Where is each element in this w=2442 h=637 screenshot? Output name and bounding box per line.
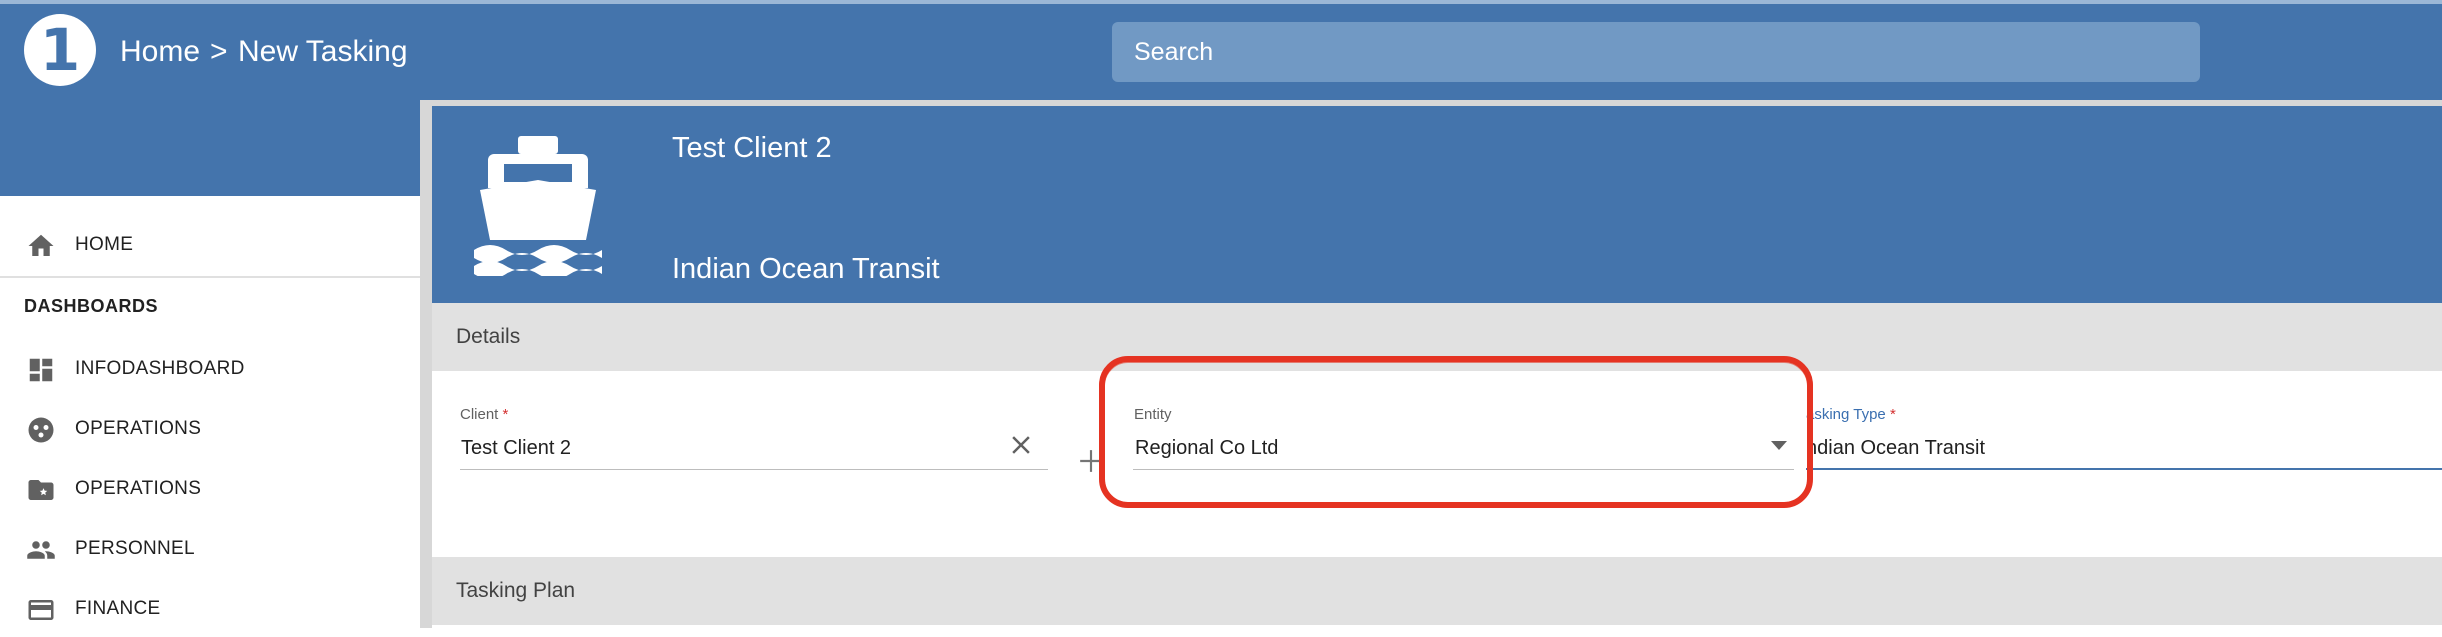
- credit-card-icon: [28, 600, 54, 620]
- client-title: Test Client 2: [672, 132, 832, 164]
- tasking-plan-section-title: Tasking Plan: [456, 579, 576, 602]
- sidebar-item-finance[interactable]: FINANCE: [0, 581, 420, 637]
- tasking-title: Indian Ocean Transit: [672, 253, 940, 285]
- sidebar-item-operations-2[interactable]: OPERATIONS: [0, 461, 420, 517]
- required-mark: *: [502, 406, 509, 423]
- tasking-type-field-underline: [1806, 468, 2442, 470]
- breadcrumb-current: New Tasking: [238, 35, 408, 68]
- tasking-type-field[interactable]: ndian Ocean Transit: [1806, 437, 1985, 460]
- sidebar-divider: [0, 276, 420, 278]
- home-icon: [28, 234, 54, 256]
- sidebar-header: [0, 100, 420, 196]
- app-logo[interactable]: 1: [24, 14, 96, 86]
- sidebar-item-label: HOME: [75, 234, 134, 255]
- logo-glyph: 1: [39, 16, 81, 84]
- people-icon: [27, 541, 55, 559]
- required-mark: *: [1889, 406, 1896, 423]
- details-section-title: Details: [456, 325, 521, 348]
- client-label-text: Client: [460, 406, 499, 423]
- sidebar-item-home[interactable]: HOME: [0, 217, 420, 273]
- sidebar-item-infodashboard[interactable]: INFODASHBOARD: [0, 341, 420, 397]
- operations-icon: [28, 417, 54, 443]
- highlight-annotation: [1099, 356, 1813, 508]
- content-gutter: [420, 100, 432, 628]
- sidebar-item-personnel[interactable]: PERSONNEL: [0, 521, 420, 577]
- sidebar-section-title: DASHBOARDS: [24, 296, 159, 316]
- breadcrumb-home[interactable]: Home: [120, 32, 200, 72]
- dashboard-icon: [29, 358, 53, 382]
- search-input[interactable]: [1112, 22, 2200, 82]
- tasking-type-field-label: asking Type *: [1806, 406, 1896, 423]
- client-field[interactable]: Test Client 2: [461, 437, 571, 460]
- tasking-plan-section-header[interactable]: Tasking Plan: [432, 557, 2442, 625]
- tasking-type-label-text: asking Type: [1806, 406, 1886, 423]
- client-field-label: Client *: [460, 406, 508, 423]
- sidebar-item-label: FINANCE: [75, 598, 161, 619]
- sidebar-item-operations[interactable]: OPERATIONS: [0, 401, 420, 457]
- sidebar-item-label: OPERATIONS: [75, 478, 202, 499]
- close-icon[interactable]: [1006, 430, 1036, 460]
- client-field-underline: [460, 469, 1048, 470]
- breadcrumb-separator: >: [210, 35, 228, 68]
- ship-icon: [474, 136, 602, 276]
- sidebar-item-label: INFODASHBOARD: [75, 358, 245, 379]
- sidebar-item-label: OPERATIONS: [75, 418, 202, 439]
- sidebar-item-label: PERSONNEL: [75, 538, 195, 559]
- folder-star-icon: [28, 480, 54, 500]
